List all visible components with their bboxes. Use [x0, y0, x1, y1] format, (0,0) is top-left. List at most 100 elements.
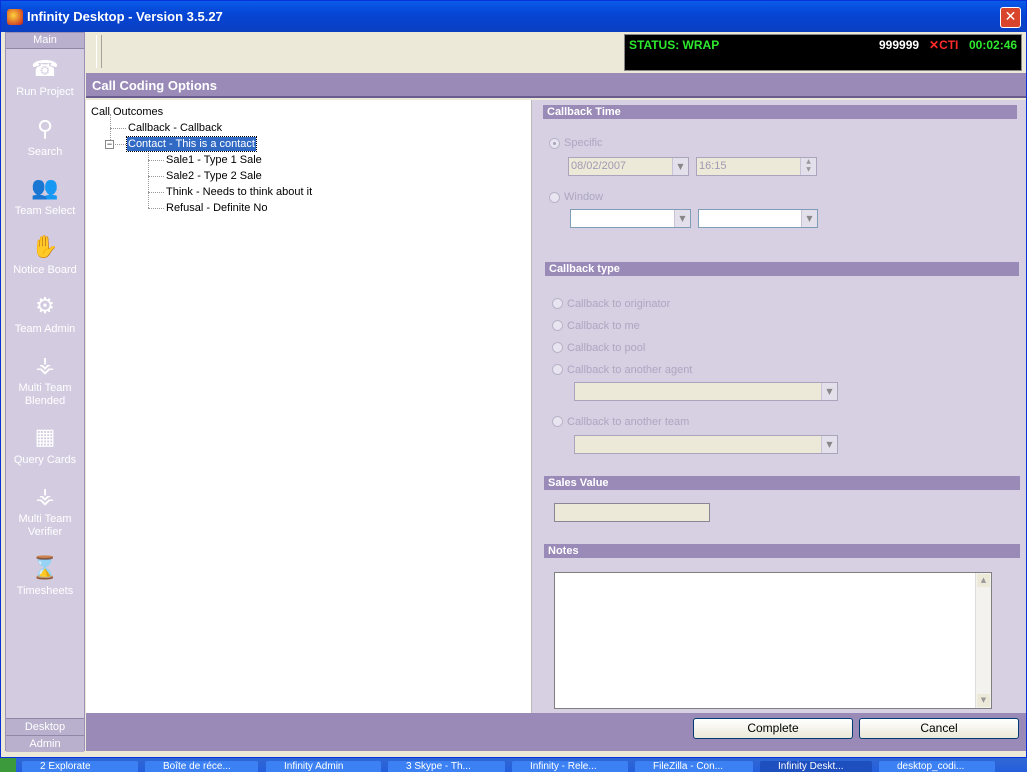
sidebar-item-label: Search: [27, 146, 63, 158]
sidebar-item-team-select[interactable]: 👥 Team Select: [6, 176, 84, 218]
chevron-down-icon: ▼: [674, 210, 690, 227]
cross-icon: ✕: [929, 38, 940, 52]
title-bar[interactable]: Infinity Desktop - Version 3.5.27 ✕: [1, 1, 1026, 32]
scroll-up-icon[interactable]: ▲: [977, 574, 990, 587]
tree-item-sale1[interactable]: Sale1 - Type 1 Sale: [166, 153, 262, 167]
agent-select[interactable]: ▼: [574, 382, 838, 401]
specific-radio[interactable]: [549, 138, 560, 149]
toolbar: STATUS: WRAP 999999 ✕CTI 00:02:46: [86, 32, 1026, 73]
notes-textarea[interactable]: ▲ ▼: [554, 572, 992, 709]
sidebar-item-notice-board[interactable]: ✋ Notice Board: [6, 235, 84, 277]
sidebar-item-label: Notice Board: [13, 264, 77, 276]
taskbar-item[interactable]: 2 Explorate: [22, 761, 138, 772]
people-icon: 👥: [31, 176, 59, 201]
sidebar-item-multi-team-verifier[interactable]: ⚶ Multi Team Verifier: [6, 484, 84, 539]
status-text: STATUS: WRAP: [629, 38, 720, 52]
cancel-label: Cancel: [920, 721, 958, 735]
callback-pool-label: Callback to pool: [567, 342, 646, 354]
callback-originator-radio[interactable]: [552, 298, 563, 309]
chevron-down-icon: ▼: [801, 210, 817, 227]
sidebar-tab-desktop[interactable]: Desktop: [6, 718, 84, 735]
spinner-buttons[interactable]: ▲ ▼: [800, 158, 816, 175]
toolbar-grip[interactable]: [96, 35, 102, 68]
tree-item-sale2[interactable]: Sale2 - Type 2 Sale: [166, 169, 262, 183]
chevron-down-icon: ▼: [672, 158, 688, 175]
sidebar-item-team-admin[interactable]: ⚙ Team Admin: [6, 294, 84, 336]
hourglass-icon: ⌛: [31, 556, 59, 581]
options-panel: Callback Time Specific 08/02/2007 ▼ 16:1…: [532, 100, 1026, 713]
status-panel: STATUS: WRAP 999999 ✕CTI 00:02:46: [624, 34, 1022, 71]
sidebar-item-label: Multi Team Verifier: [18, 513, 72, 538]
notes-scrollbar[interactable]: ▲ ▼: [975, 573, 991, 708]
tree-item-think[interactable]: Think - Needs to think about it: [166, 185, 312, 199]
phone-icon: ☎: [31, 57, 59, 82]
collapse-toggle[interactable]: −: [105, 140, 114, 149]
complete-button[interactable]: Complete: [693, 718, 853, 739]
outcome-tree: − Call Outcomes Callback - Callback Cont…: [86, 100, 532, 713]
close-icon: ✕: [1004, 9, 1017, 25]
agent-number: 999999: [879, 38, 920, 52]
window-radio[interactable]: [549, 192, 560, 203]
taskbar-item[interactable]: desktop_codi...: [879, 761, 995, 772]
sidebar-tab-admin[interactable]: Admin: [6, 735, 84, 752]
tree-item-contact[interactable]: Contact - This is a contact: [126, 136, 257, 152]
chevron-down-icon: ▼: [821, 383, 837, 400]
magnifier-icon: ⚲: [36, 117, 54, 142]
tree-item-refusal[interactable]: Refusal - Definite No: [166, 201, 268, 215]
chevron-down-icon: ▼: [821, 436, 837, 453]
sidebar-item-search[interactable]: ⚲ Search: [6, 117, 84, 159]
callback-time-spinner[interactable]: 16:15 ▲ ▼: [696, 157, 817, 176]
cancel-button[interactable]: Cancel: [859, 718, 1019, 739]
callback-team-radio[interactable]: [552, 416, 563, 427]
close-button[interactable]: ✕: [1000, 7, 1021, 28]
window-start-select[interactable]: ▼: [570, 209, 691, 228]
sales-value-input[interactable]: [554, 503, 710, 522]
callback-me-label: Callback to me: [567, 320, 640, 332]
taskbar-item[interactable]: Infinity Admin: [266, 761, 381, 772]
callback-time-value: 16:15: [699, 160, 727, 172]
window-title: Infinity Desktop - Version 3.5.27: [27, 9, 223, 24]
gears-icon: ⚙: [35, 294, 55, 319]
org-chart-icon: ⚶: [35, 353, 55, 378]
cti-indicator: ✕CTI: [929, 38, 958, 52]
action-bar: Complete Cancel: [86, 713, 1026, 751]
tree-root[interactable]: Call Outcomes: [91, 105, 163, 119]
sidebar-tab-main[interactable]: Main: [6, 33, 84, 49]
sidebar-item-query-cards[interactable]: ▦ Query Cards: [6, 425, 84, 467]
callback-date-picker[interactable]: 08/02/2007 ▼: [568, 157, 689, 176]
section-callback-type: Callback type: [545, 262, 1019, 276]
cti-label: CTI: [939, 38, 959, 52]
sidebar-item-timesheets[interactable]: ⌛ Timesheets: [6, 556, 84, 598]
sidebar-item-label: Team Select: [14, 205, 76, 217]
taskbar: 2 Explorate Boîte de réce... Infinity Ad…: [0, 758, 1027, 772]
scroll-down-icon[interactable]: ▼: [977, 694, 990, 707]
section-sales-value: Sales Value: [544, 476, 1020, 490]
cards-icon: ▦: [34, 425, 56, 450]
team-select[interactable]: ▼: [574, 435, 838, 454]
callback-date-value: 08/02/2007: [571, 160, 627, 172]
taskbar-item[interactable]: Infinity - Rele...: [512, 761, 628, 772]
start-button[interactable]: [0, 758, 16, 772]
taskbar-item[interactable]: Boîte de réce...: [145, 761, 258, 772]
sidebar-item-label: Multi Team Blended: [18, 382, 72, 407]
callback-team-label: Callback to another team: [567, 416, 690, 428]
section-notes: Notes: [544, 544, 1020, 558]
page-title: Call Coding Options: [86, 73, 1026, 98]
tree-item-callback[interactable]: Callback - Callback: [128, 121, 222, 135]
window-label: Window: [564, 191, 604, 203]
taskbar-item[interactable]: FileZilla - Con...: [635, 761, 753, 772]
specific-label: Specific: [564, 137, 603, 149]
taskbar-item-active[interactable]: Infinity Deskt...: [760, 761, 872, 772]
sidebar-item-run-project[interactable]: ☎ Run Project: [6, 57, 84, 99]
sidebar: Main ☎ Run Project ⚲ Search 👥 Team Selec…: [5, 32, 85, 752]
sidebar-item-label: Timesheets: [16, 585, 74, 597]
callback-agent-label: Callback to another agent: [567, 364, 693, 376]
callback-agent-radio[interactable]: [552, 364, 563, 375]
window-end-select[interactable]: ▼: [698, 209, 818, 228]
org-chart-icon: ⚶: [35, 484, 55, 509]
app-window: Infinity Desktop - Version 3.5.27 ✕ Main…: [0, 0, 1027, 758]
sidebar-item-multi-team-blended[interactable]: ⚶ Multi Team Blended: [6, 353, 84, 408]
callback-pool-radio[interactable]: [552, 342, 563, 353]
taskbar-item[interactable]: 3 Skype - Th...: [388, 761, 505, 772]
callback-me-radio[interactable]: [552, 320, 563, 331]
